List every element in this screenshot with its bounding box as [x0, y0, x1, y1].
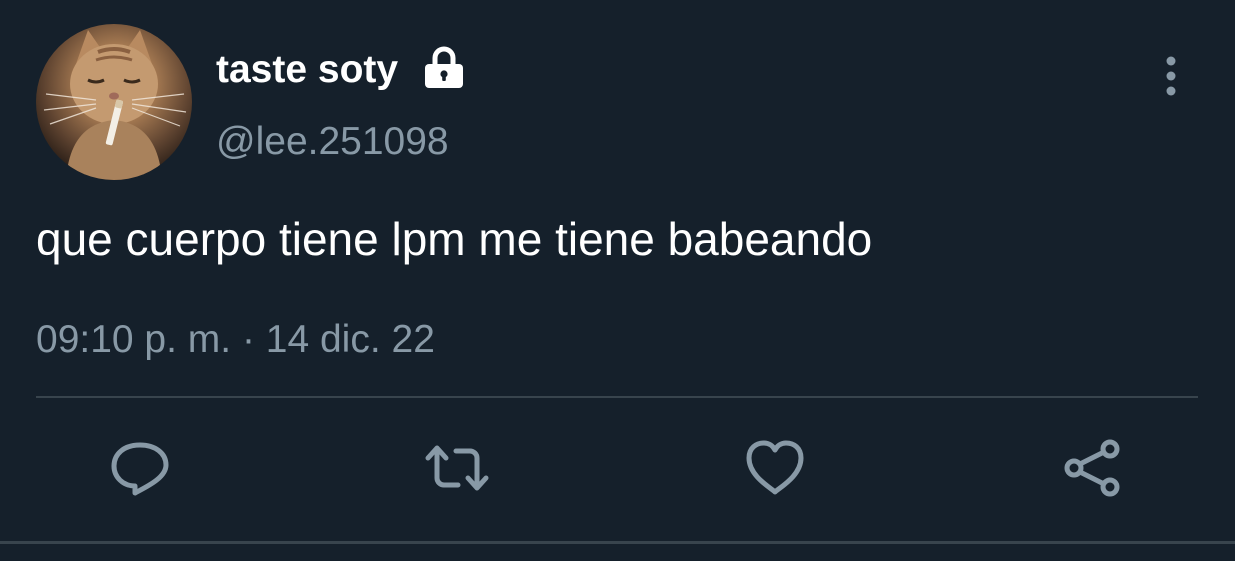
share-icon — [1064, 439, 1120, 497]
like-button[interactable] — [743, 436, 807, 500]
cat-photo — [43, 30, 187, 180]
share-button[interactable] — [1060, 436, 1124, 500]
divider — [36, 396, 1198, 398]
bottom-divider — [0, 541, 1235, 544]
tweet-text: que cuerpo tiene lpm me tiene babeando — [36, 213, 873, 265]
heart-icon — [746, 440, 804, 495]
retweet-button[interactable] — [425, 436, 489, 500]
reply-button[interactable] — [108, 436, 172, 500]
avatar[interactable] — [36, 24, 192, 180]
user-handle[interactable]: @lee.251098 — [216, 118, 449, 166]
display-name[interactable]: taste soty — [216, 46, 398, 94]
retweet-icon — [425, 445, 489, 491]
reply-icon — [111, 442, 169, 496]
timestamp[interactable]: 09:10 p. m. · 14 dic. 22 — [36, 316, 435, 364]
more-vertical-icon[interactable] — [1154, 54, 1188, 98]
tweet-card: taste soty @lee.251098 que cuerpo tiene … — [0, 0, 1235, 561]
lock-icon — [425, 46, 463, 88]
